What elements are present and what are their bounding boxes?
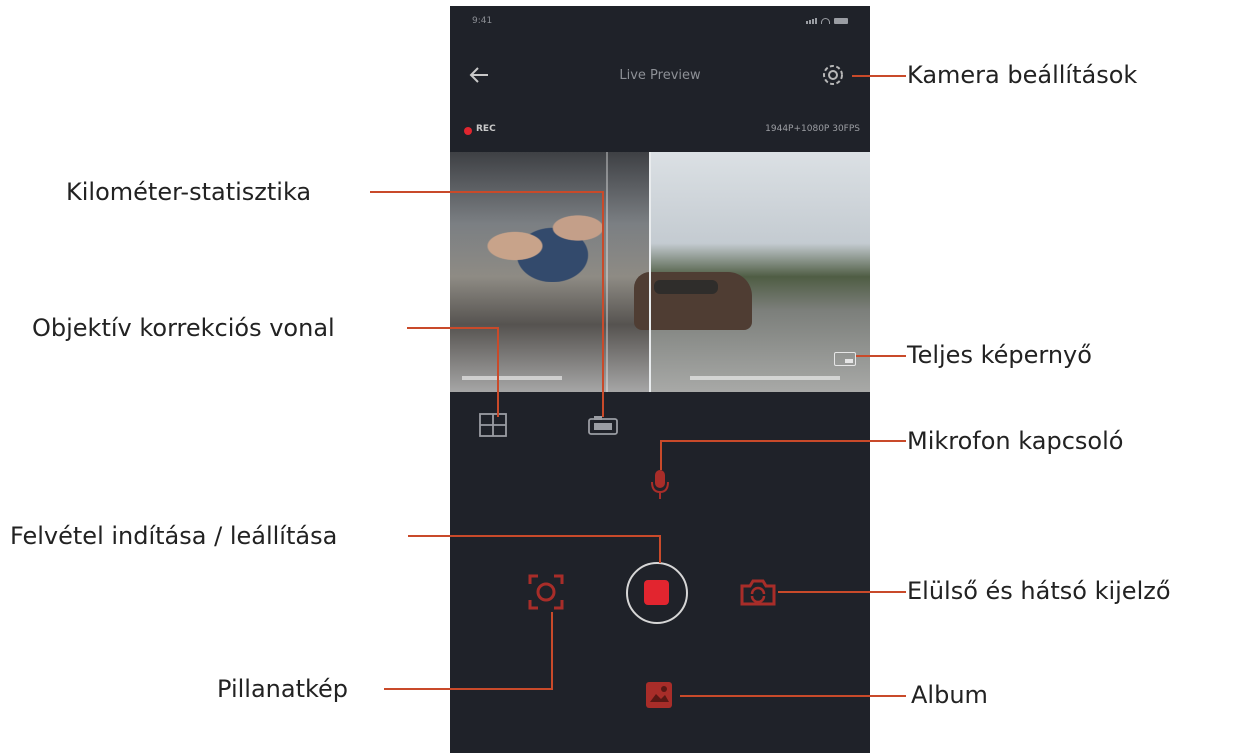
signal-icon <box>806 18 817 24</box>
wifi-icon <box>821 18 830 24</box>
callout-mileage-stats: Kilométer-statisztika <box>66 178 312 206</box>
callout-snapshot: Pillanatkép <box>217 675 349 703</box>
album-icon[interactable] <box>644 680 674 710</box>
snapshot-icon[interactable] <box>526 572 566 612</box>
recording-label: REC <box>476 124 496 134</box>
callout-line-front-rear <box>778 591 906 593</box>
battery-icon <box>834 18 848 24</box>
status-bar: 9:41 <box>450 6 870 42</box>
correction-guide-line <box>606 152 608 392</box>
callout-line-mic-toggle <box>660 440 906 442</box>
phone-screen: 9:41 Live Preview REC 1944P+1080P 30FPS <box>450 6 870 753</box>
callout-line-record <box>408 535 660 537</box>
timestamp-overlay-right <box>690 376 840 380</box>
callout-line-snapshot <box>384 688 552 690</box>
callout-line-lens-correction <box>407 327 498 329</box>
record-stop-icon <box>644 580 669 605</box>
mileage-stats-icon[interactable] <box>586 414 620 436</box>
gear-icon[interactable] <box>820 62 846 88</box>
top-bar: Live Preview <box>450 56 870 96</box>
callout-line-mic-toggle-vertical <box>660 440 662 470</box>
grid-line-icon[interactable] <box>478 412 508 438</box>
status-icons <box>806 18 848 24</box>
status-time: 9:41 <box>472 16 493 26</box>
page-title: Live Preview <box>619 68 701 83</box>
callout-record-start-stop: Felvétel indítása / leállítása <box>10 522 338 550</box>
resolution-info: 1944P+1080P 30FPS <box>765 124 860 134</box>
callout-front-rear-display: Elülső és hátsó kijelző <box>907 577 1171 605</box>
callout-mic-toggle: Mikrofon kapcsoló <box>907 427 1124 455</box>
callout-line-album <box>680 695 906 697</box>
callout-line-mileage-stats-vertical <box>602 191 604 417</box>
callout-line-lens-correction-vertical <box>497 327 499 417</box>
callout-fullscreen: Teljes képernyő <box>907 341 1092 369</box>
recording-status-row: REC 1944P+1080P 30FPS <box>450 122 870 144</box>
passengers-image <box>470 192 620 282</box>
callout-album: Album <box>911 681 988 709</box>
fullscreen-icon[interactable] <box>834 352 856 366</box>
callout-line-snapshot-vertical <box>551 612 553 690</box>
recording-dot-icon <box>464 127 472 135</box>
callout-line-record-vertical <box>659 535 661 563</box>
record-button[interactable] <box>626 562 688 624</box>
callout-line-camera-settings <box>852 75 906 77</box>
view-divider <box>649 152 651 392</box>
callout-camera-settings: Kamera beállítások <box>907 61 1138 89</box>
callout-lens-correction: Objektív korrekciós vonal <box>32 314 335 342</box>
timestamp-overlay-left <box>462 376 562 380</box>
live-preview-video[interactable] <box>450 152 870 392</box>
car-windshield <box>654 280 718 294</box>
callout-line-fullscreen <box>856 355 906 357</box>
microphone-icon[interactable] <box>648 466 672 502</box>
callout-line-mileage-stats <box>370 191 603 193</box>
camera-switch-icon[interactable] <box>738 576 778 608</box>
